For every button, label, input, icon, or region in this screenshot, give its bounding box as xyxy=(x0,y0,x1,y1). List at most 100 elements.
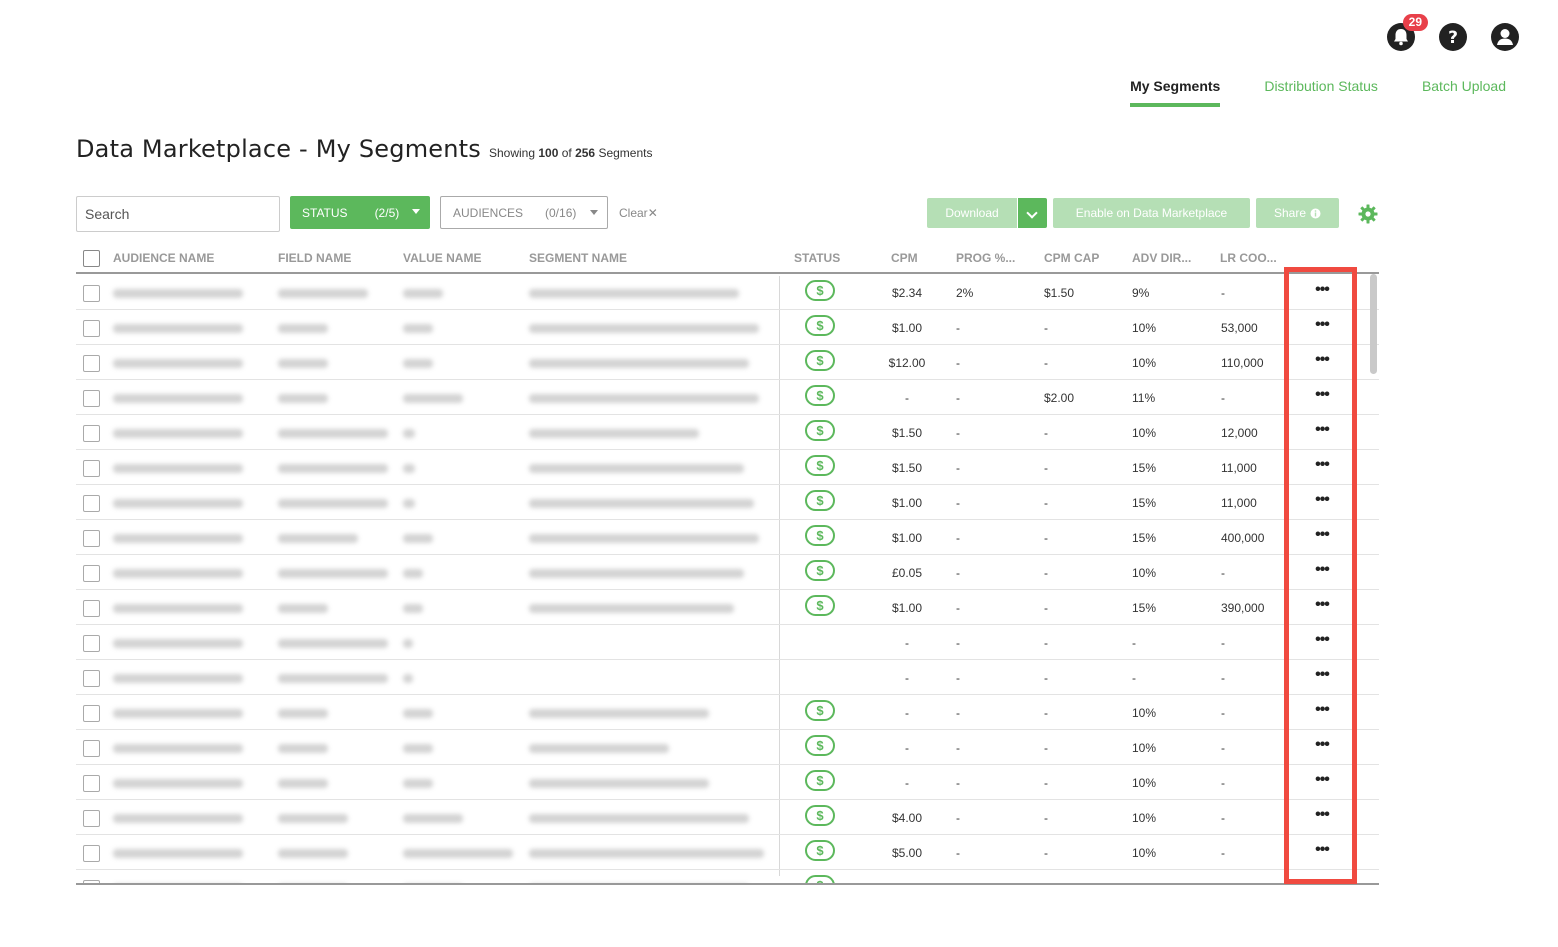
tab-batch-upload[interactable]: Batch Upload xyxy=(1422,78,1506,107)
table-row[interactable]: $ - - - 10% - ••• xyxy=(76,730,1379,765)
row-checkbox[interactable] xyxy=(83,285,100,302)
row-checkbox[interactable] xyxy=(83,600,100,617)
prog-value: - xyxy=(956,321,960,335)
table-row[interactable]: - - - - - ••• xyxy=(76,660,1379,695)
row-checkbox[interactable] xyxy=(83,880,100,883)
row-actions-menu-button[interactable]: ••• xyxy=(1312,632,1332,648)
table-row[interactable]: $ - - $2.00 11% - ••• xyxy=(76,380,1379,415)
adv-dir-value: 11% xyxy=(1132,391,1156,405)
row-actions-menu-button[interactable]: ••• xyxy=(1312,352,1332,368)
row-checkbox[interactable] xyxy=(83,635,100,652)
row-actions-menu-button[interactable]: ••• xyxy=(1312,562,1332,578)
table-row[interactable]: $ $1.00 - - 10% 53,000 ••• xyxy=(76,310,1379,345)
field-name-redacted xyxy=(278,464,388,473)
row-actions-menu-button[interactable]: ••• xyxy=(1312,877,1332,884)
row-actions-menu-button[interactable]: ••• xyxy=(1312,317,1332,333)
lr-coo-value: - xyxy=(1221,846,1225,860)
status-active-icon: $ xyxy=(805,700,835,721)
account-button[interactable] xyxy=(1490,22,1520,52)
col-audience-name[interactable]: AUDIENCE NAME xyxy=(113,251,214,265)
row-checkbox[interactable] xyxy=(83,565,100,582)
col-status[interactable]: STATUS xyxy=(794,251,840,265)
row-actions-menu-button[interactable]: ••• xyxy=(1312,737,1332,753)
table-row[interactable]: $ $1.50 - - 15% 11,000 ••• xyxy=(76,450,1379,485)
status-active-icon: $ xyxy=(805,735,835,756)
table-row[interactable]: $ $1.00 - - 15% 400,000 ••• xyxy=(76,520,1379,555)
col-cpm[interactable]: CPM xyxy=(891,251,918,265)
table-row[interactable]: $ £0.05 - - 10% - ••• xyxy=(76,555,1379,590)
value-name-redacted xyxy=(403,289,443,298)
row-checkbox[interactable] xyxy=(83,460,100,477)
prog-value: - xyxy=(956,356,960,370)
row-checkbox[interactable] xyxy=(83,740,100,757)
table-scrollbar[interactable] xyxy=(1370,274,1377,374)
row-checkbox[interactable] xyxy=(83,530,100,547)
table-row[interactable]: $ $5.00 - - 10% - ••• xyxy=(76,835,1379,870)
select-all-checkbox[interactable] xyxy=(83,250,100,267)
segments-table: AUDIENCE NAME FIELD NAME VALUE NAME SEGM… xyxy=(76,243,1379,885)
table-row[interactable]: $ - - - 10% - ••• xyxy=(76,695,1379,730)
cpm-cap-value: - xyxy=(1044,356,1048,370)
row-checkbox[interactable] xyxy=(83,810,100,827)
row-actions-menu-button[interactable]: ••• xyxy=(1312,807,1332,823)
table-row[interactable]: - - - - - ••• xyxy=(76,625,1379,660)
row-actions-menu-button[interactable]: ••• xyxy=(1312,422,1332,438)
audience-name-redacted xyxy=(113,709,243,718)
status-active-icon: $ xyxy=(805,560,835,581)
clear-filters-button[interactable]: Clear✕ xyxy=(619,206,658,220)
search-input[interactable] xyxy=(76,196,280,232)
row-actions-menu-button[interactable]: ••• xyxy=(1312,772,1332,788)
help-button[interactable]: ? xyxy=(1438,22,1468,52)
tab-my-segments[interactable]: My Segments xyxy=(1130,78,1221,107)
col-lr-coo[interactable]: LR COO... xyxy=(1220,251,1277,265)
row-checkbox[interactable] xyxy=(83,845,100,862)
row-actions-menu-button[interactable]: ••• xyxy=(1312,282,1332,298)
value-name-redacted xyxy=(403,849,513,858)
row-checkbox[interactable] xyxy=(83,495,100,512)
table-row[interactable]: $ $1.00 - - 15% 390,000 ••• xyxy=(76,590,1379,625)
value-name-redacted xyxy=(403,604,423,613)
col-cpm-cap[interactable]: CPM CAP xyxy=(1044,251,1099,265)
row-actions-menu-button[interactable]: ••• xyxy=(1312,527,1332,543)
col-adv-dir[interactable]: ADV DIR... xyxy=(1132,251,1191,265)
row-checkbox[interactable] xyxy=(83,775,100,792)
cpm-value: - xyxy=(905,776,909,790)
audiences-filter-button[interactable]: AUDIENCES (0/16) xyxy=(440,196,608,229)
row-checkbox[interactable] xyxy=(83,705,100,722)
table-row[interactable]: $ - - - 10% - ••• xyxy=(76,765,1379,800)
table-row[interactable]: $ $1.00 - - 15% 11,000 ••• xyxy=(76,485,1379,520)
row-checkbox[interactable] xyxy=(83,355,100,372)
row-actions-menu-button[interactable]: ••• xyxy=(1312,597,1332,613)
notifications-button[interactable]: 29 xyxy=(1386,14,1428,52)
download-button[interactable]: Download xyxy=(927,198,1017,228)
row-checkbox[interactable] xyxy=(83,390,100,407)
table-row[interactable]: $ $1.50 - - 10% 12,000 ••• xyxy=(76,415,1379,450)
tab-distribution-status[interactable]: Distribution Status xyxy=(1264,78,1378,107)
lr-coo-value: - xyxy=(1221,706,1225,720)
download-menu-button[interactable] xyxy=(1018,198,1047,228)
table-row[interactable]: $ $4.00 - - 10% - ••• xyxy=(76,800,1379,835)
row-actions-menu-button[interactable]: ••• xyxy=(1312,842,1332,858)
value-name-redacted xyxy=(403,779,433,788)
col-value-name[interactable]: VALUE NAME xyxy=(403,251,481,265)
col-segment-name[interactable]: SEGMENT NAME xyxy=(529,251,627,265)
share-button[interactable]: Share xyxy=(1256,198,1339,228)
row-actions-menu-button[interactable]: ••• xyxy=(1312,702,1332,718)
status-filter-button[interactable]: STATUS (2/5) xyxy=(290,196,430,229)
table-row[interactable]: $ $2.34 2% $1.50 9% - ••• xyxy=(76,275,1379,310)
col-prog-pct[interactable]: PROG %... xyxy=(956,251,1015,265)
row-checkbox[interactable] xyxy=(83,425,100,442)
row-actions-menu-button[interactable]: ••• xyxy=(1312,667,1332,683)
col-field-name[interactable]: FIELD NAME xyxy=(278,251,351,265)
row-checkbox[interactable] xyxy=(83,670,100,687)
row-checkbox[interactable] xyxy=(83,320,100,337)
row-actions-menu-button[interactable]: ••• xyxy=(1312,457,1332,473)
row-actions-menu-button[interactable]: ••• xyxy=(1312,387,1332,403)
row-actions-menu-button[interactable]: ••• xyxy=(1312,492,1332,508)
field-name-redacted xyxy=(278,324,328,333)
caret-down-icon xyxy=(590,210,598,215)
table-row[interactable]: $ ••• xyxy=(76,870,1379,884)
enable-marketplace-button[interactable]: Enable on Data Marketplace xyxy=(1053,198,1250,228)
table-row[interactable]: $ $12.00 - - 10% 110,000 ••• xyxy=(76,345,1379,380)
settings-gear-icon[interactable] xyxy=(1358,204,1378,224)
